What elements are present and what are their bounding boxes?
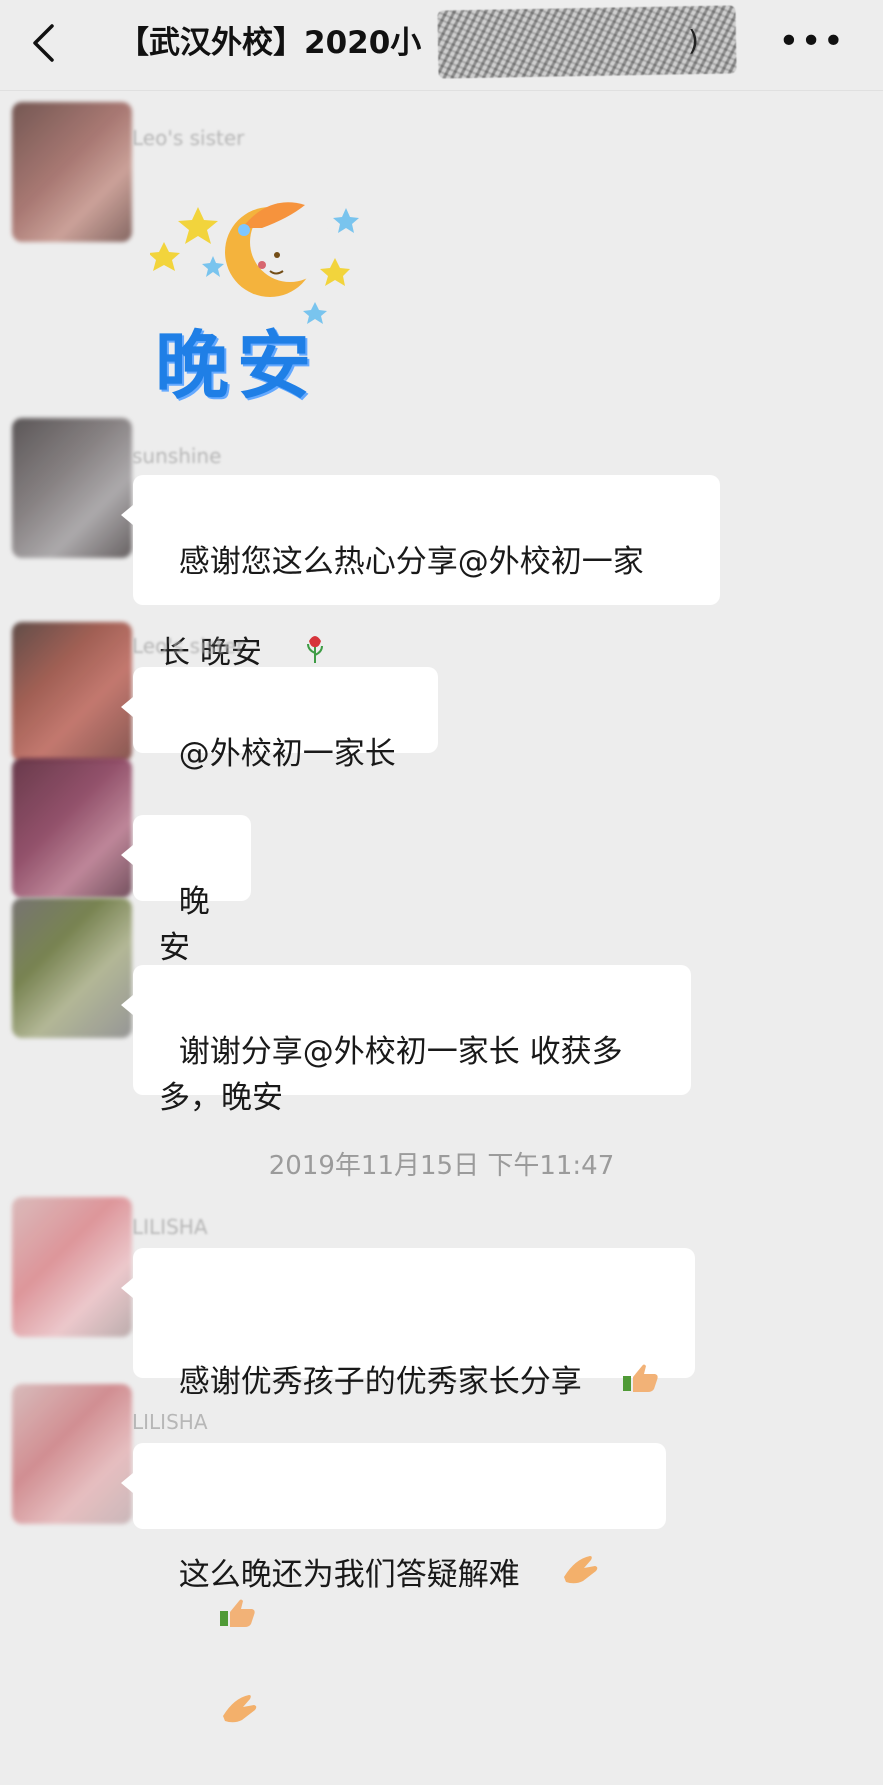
timestamp: 2019年11月15日 下午11:47: [268, 1151, 615, 1181]
clapping-hands-icon: [520, 1507, 601, 1646]
top-navigation-bar: 【武汉外校】2020小 ) •••: [0, 0, 883, 91]
message-text: 感谢优秀孩子的优秀家长分享: [178, 1364, 582, 1400]
message-bubble[interactable]: 晚安: [121, 815, 251, 966]
chat-title-tail: ): [688, 24, 699, 57]
sender-name: LILISHA: [132, 1215, 208, 1239]
message-text: 谢谢分享@外校初一家长 收获多 多，晚安: [159, 1034, 623, 1116]
clapping-hands-icon: [179, 1646, 260, 1785]
avatar[interactable]: [12, 418, 132, 558]
chat-title: 【武汉外校】2020小: [118, 25, 422, 61]
message-bubble[interactable]: 这么晚还为我们答疑解难: [121, 1443, 666, 1723]
avatar[interactable]: [12, 622, 132, 762]
avatar[interactable]: [12, 1197, 132, 1337]
message-bubble[interactable]: 谢谢分享@外校初一家长 收获多 多，晚安: [121, 965, 691, 1116]
message-text: 晚安: [159, 884, 210, 966]
message-text: @外校初一家长: [178, 736, 396, 772]
message-bubble[interactable]: 感谢您这么热心分享@外校初一家 长 晚安: [121, 475, 720, 671]
avatar[interactable]: [12, 1384, 132, 1524]
message-bubble[interactable]: @外校初一家长: [121, 667, 438, 772]
more-button[interactable]: •••: [778, 22, 845, 62]
sender-name: LILISHA: [132, 1410, 208, 1434]
avatar[interactable]: [12, 758, 132, 898]
chevron-left-icon: [33, 24, 54, 62]
sender-name: sunshine: [132, 444, 222, 468]
avatar[interactable]: [12, 898, 132, 1038]
sender-name: Leo's sister: [132, 126, 245, 150]
thumbs-up-icon: [582, 1312, 661, 1455]
sender-name: Leo's sister: [132, 634, 245, 658]
avatar[interactable]: [12, 102, 132, 242]
back-button[interactable]: [20, 18, 70, 68]
message-bubble[interactable]: 感谢优秀孩子的优秀家长分享: [121, 1248, 695, 1627]
sticker-text: 晚安: [155, 323, 319, 409]
message-text: 这么晚还为我们答疑解难: [178, 1557, 520, 1593]
